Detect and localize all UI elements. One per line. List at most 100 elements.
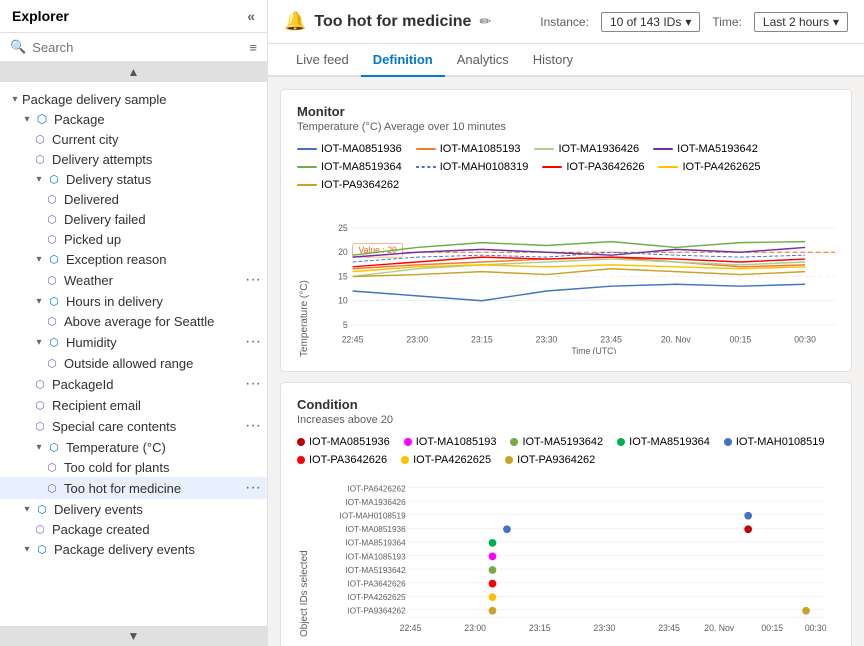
scroll-down-arrow[interactable]: ▼ (0, 626, 267, 646)
tab-live-feed[interactable]: Live feed (284, 44, 361, 77)
tree-item-above-average[interactable]: ⬡ Above average for Seattle (0, 311, 267, 331)
label-current-city: Current city (52, 132, 267, 147)
legend-label-7: IOT-PA3642626 (566, 161, 644, 173)
tree-item-delivery-failed[interactable]: ⬡ Delivery failed (0, 209, 267, 229)
monitor-card: Monitor Temperature (°C) Average over 10… (280, 89, 852, 372)
instance-selector[interactable]: 10 of 143 IDs ▾ (601, 12, 700, 32)
tree-root: ▾ Package delivery sample ▾ ⬡ Package ⬡ … (0, 86, 267, 563)
legend-label-3: IOT-MA1936426 (558, 143, 639, 155)
package-icon: ⬡ (34, 111, 50, 127)
label-pkg-delivery-sample: Package delivery sample (22, 92, 267, 107)
condition-chart-svg: IOT-PA6426262 IOT-MA1936426 IOT-MAH01085… (314, 474, 835, 634)
main-panel: 🔔 Too hot for medicine ✏ Instance: 10 of… (268, 0, 864, 646)
condition-chart-area: IOT-PA6426262 IOT-MA1936426 IOT-MAH01085… (314, 474, 835, 637)
tree-item-too-cold[interactable]: ⬡ Too cold for plants (0, 457, 267, 477)
svg-text:23:30: 23:30 (594, 623, 616, 633)
legend-item-3: IOT-MA1936426 (534, 143, 639, 155)
tree-item-package-created[interactable]: ⬡ Package created (0, 519, 267, 539)
monitor-chart-area: 5 10 15 20 25 Value : 20 (314, 199, 835, 357)
tree-item-delivery-events[interactable]: ▾ ⬡ Delivery events (0, 499, 267, 519)
edit-icon[interactable]: ✏ (479, 13, 491, 30)
condition-legend: IOT-MA0851936 IOT-MA1085193 IOT-MA519364… (297, 436, 835, 466)
property-icon: ⬡ (32, 131, 48, 147)
too-cold-icon: ⬡ (44, 459, 60, 475)
svg-text:IOT-MA1085193: IOT-MA1085193 (345, 552, 406, 561)
tab-definition[interactable]: Definition (361, 44, 445, 77)
condition-title: Condition (297, 397, 835, 412)
above-avg-icon: ⬡ (44, 313, 60, 329)
cond-legend-2: IOT-MA1085193 (404, 436, 497, 448)
tree-item-outside-allowed[interactable]: ⬡ Outside allowed range (0, 353, 267, 373)
time-selector[interactable]: Last 2 hours ▾ (754, 12, 848, 32)
svg-text:23:45: 23:45 (600, 334, 622, 344)
svg-text:22:45: 22:45 (400, 623, 422, 633)
tree-item-hours-delivery[interactable]: ▾ ⬡ Hours in delivery (0, 291, 267, 311)
legend-item-9: IOT-PA9364262 (297, 179, 399, 191)
label-pkg-delivery-events: Package delivery events (54, 542, 267, 557)
search-input[interactable] (32, 40, 243, 55)
too-hot-more-button[interactable]: ··· (239, 479, 267, 497)
packageid-more-button[interactable]: ··· (239, 375, 267, 393)
tree-item-exception-reason[interactable]: ▾ ⬡ Exception reason (0, 249, 267, 269)
svg-text:23:00: 23:00 (464, 623, 486, 633)
tree-item-weather[interactable]: ⬡ Weather ··· (0, 269, 267, 291)
tree-item-pkg-delivery-events[interactable]: ▾ ⬡ Package delivery events (0, 539, 267, 559)
tree-item-temperature[interactable]: ▾ ⬡ Temperature (°C) (0, 437, 267, 457)
time-value: Last 2 hours (763, 15, 829, 29)
tree-item-current-city[interactable]: ⬡ Current city (0, 129, 267, 149)
scroll-up-arrow[interactable]: ▲ (0, 62, 267, 82)
tree-item-package[interactable]: ▾ ⬡ Package (0, 109, 267, 129)
legend-label-1: IOT-MA0851936 (321, 143, 402, 155)
tree-item-humidity[interactable]: ▾ ⬡ Humidity ··· (0, 331, 267, 353)
property-icon-2: ⬡ (32, 151, 48, 167)
legend-item-2: IOT-MA1085193 (416, 143, 521, 155)
top-bar-controls: Instance: 10 of 143 IDs ▾ Time: Last 2 h… (540, 12, 848, 32)
temperature-icon: ⬡ (46, 439, 62, 455)
weather-more-button[interactable]: ··· (239, 271, 267, 289)
tree-item-special-care[interactable]: ⬡ Special care contents ··· (0, 415, 267, 437)
tree-item-delivery-attempts[interactable]: ⬡ Delivery attempts (0, 149, 267, 169)
cond-legend-5: IOT-MAH0108519 (724, 436, 825, 448)
tree-item-too-hot[interactable]: ⬡ Too hot for medicine ··· (0, 477, 267, 499)
tree-item-delivery-status[interactable]: ▾ ⬡ Delivery status (0, 169, 267, 189)
cond-legend-4: IOT-MA8519364 (617, 436, 710, 448)
chevron-package: ▾ (20, 112, 34, 126)
svg-text:00:30: 00:30 (805, 623, 827, 633)
svg-text:15: 15 (338, 271, 348, 281)
label-temperature: Temperature (°C) (66, 440, 267, 455)
tree-item-picked-up[interactable]: ⬡ Picked up (0, 229, 267, 249)
sidebar: Explorer « 🔍 ≡ ▲ ▾ Package delivery samp… (0, 0, 268, 646)
label-humidity: Humidity (66, 335, 239, 350)
tree-item-pkg-delivery-sample[interactable]: ▾ Package delivery sample (0, 90, 267, 109)
label-package: Package (54, 112, 267, 127)
svg-text:IOT-PA6426262: IOT-PA6426262 (347, 484, 406, 493)
special-care-more-button[interactable]: ··· (239, 417, 267, 435)
too-hot-icon: ⬡ (44, 480, 60, 496)
cond-legend-1: IOT-MA0851936 (297, 436, 390, 448)
filter-icon[interactable]: ≡ (249, 40, 257, 55)
humidity-more-button[interactable]: ··· (239, 333, 267, 351)
instance-chevron-icon: ▾ (685, 15, 691, 29)
tab-history[interactable]: History (521, 44, 585, 77)
svg-text:20. Nov: 20. Nov (704, 623, 735, 633)
cond-legend-label-4: IOT-MA8519364 (629, 436, 710, 448)
pkg-del-events-icon: ⬡ (34, 541, 50, 557)
cond-legend-label-2: IOT-MA1085193 (416, 436, 497, 448)
tree-container[interactable]: ▾ Package delivery sample ▾ ⬡ Package ⬡ … (0, 82, 267, 626)
tree-item-delivered[interactable]: ⬡ Delivered (0, 189, 267, 209)
svg-text:IOT-PA4262625: IOT-PA4262625 (347, 593, 406, 602)
svg-text:20. Nov: 20. Nov (661, 334, 692, 344)
cond-legend-7: IOT-PA4262625 (401, 454, 491, 466)
sidebar-collapse-button[interactable]: « (247, 8, 255, 24)
chevron-exception-reason: ▾ (32, 252, 46, 266)
chevron-temperature: ▾ (32, 440, 46, 454)
cond-legend-label-1: IOT-MA0851936 (309, 436, 390, 448)
tree-item-recipient-email[interactable]: ⬡ Recipient email (0, 395, 267, 415)
tree-item-packageid[interactable]: ⬡ PackageId ··· (0, 373, 267, 395)
delivery-status-icon: ⬡ (46, 171, 62, 187)
label-delivery-failed: Delivery failed (64, 212, 267, 227)
tab-analytics[interactable]: Analytics (445, 44, 521, 77)
delivery-failed-icon: ⬡ (44, 211, 60, 227)
legend-item-5: IOT-MA8519364 (297, 161, 402, 173)
svg-text:IOT-MA1936426: IOT-MA1936426 (345, 498, 406, 507)
